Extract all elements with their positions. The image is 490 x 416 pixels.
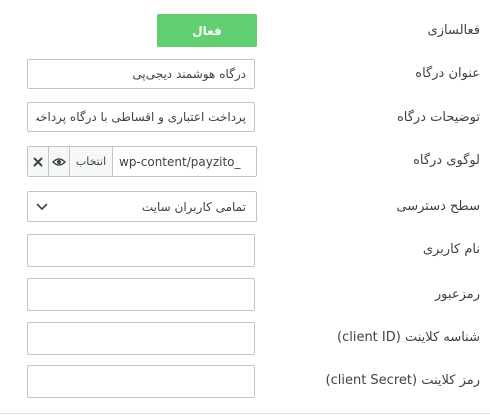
gateway-logo-field: انتخاب wp-content/payzito_: [27, 146, 257, 177]
remove-logo-button[interactable]: [28, 147, 49, 176]
logo-path-input[interactable]: wp-content/payzito_: [113, 147, 256, 176]
client-id-label: شناسه کلاینت (client ID): [337, 330, 480, 345]
access-level-selected: تمامی کاربران سایت: [141, 199, 246, 214]
chevron-down-icon: [28, 203, 56, 211]
username-label: نام کاربری: [422, 242, 480, 257]
gateway-description-input[interactable]: [27, 102, 255, 132]
gateway-logo-label: لوگوی درگاه: [413, 153, 480, 168]
client-secret-input[interactable]: [27, 365, 255, 398]
access-level-label: سطح دسترسی: [396, 199, 480, 214]
divider: [0, 413, 490, 414]
password-label: رمزعبور: [434, 287, 480, 302]
close-icon: [33, 157, 43, 166]
activation-toggle[interactable]: فعال: [157, 14, 257, 47]
client-id-input[interactable]: [27, 322, 255, 355]
gateway-description-label: توضیحات درگاه: [396, 110, 480, 125]
activation-label: فعالسازی: [427, 23, 480, 38]
gateway-title-input[interactable]: [27, 59, 255, 89]
gateway-title-label: عنوان درگاه: [415, 66, 480, 81]
password-input[interactable]: [27, 278, 255, 311]
access-level-select[interactable]: تمامی کاربران سایت: [27, 191, 257, 222]
eye-icon: [52, 157, 66, 166]
choose-logo-button[interactable]: انتخاب: [70, 147, 113, 176]
username-input[interactable]: [27, 234, 255, 267]
preview-logo-button[interactable]: [49, 147, 70, 176]
client-secret-label: رمز کلاینت (client Secret): [325, 373, 480, 388]
activation-toggle-text: فعال: [192, 23, 222, 38]
